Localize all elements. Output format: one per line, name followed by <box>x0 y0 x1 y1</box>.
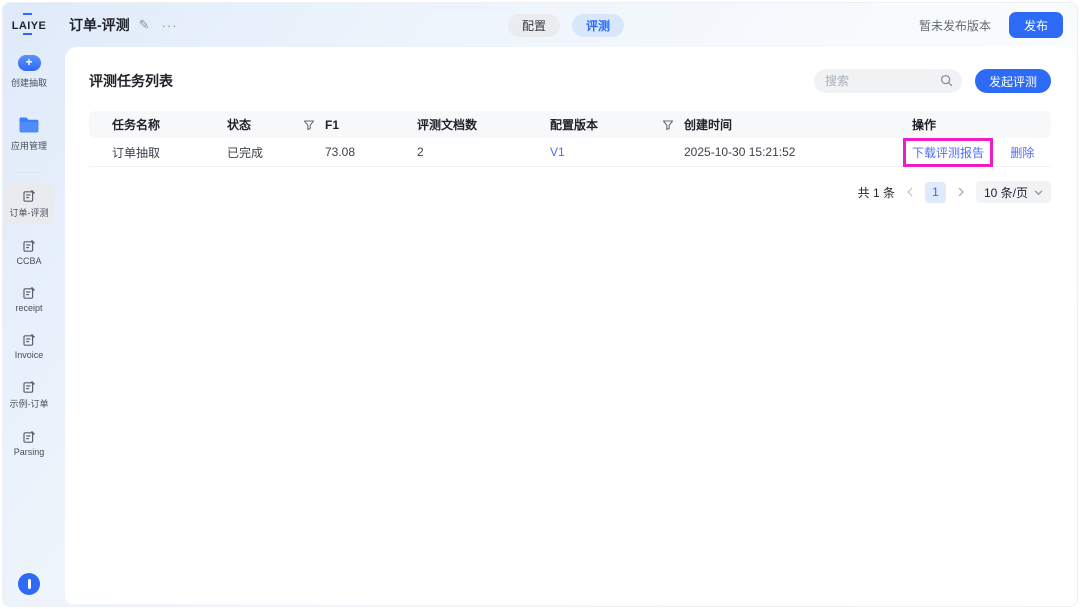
table-header-row: 任务名称 状态 F1 评测文档数 配置版本 <box>89 111 1051 138</box>
sidebar: LAIYE + 创建抽取 应用管理 <box>3 3 55 606</box>
chevron-down-icon <box>1034 188 1043 197</box>
sidebar-item-sample-order[interactable]: 示例-订单 <box>5 374 53 415</box>
sidebar-item-label: 订单-评测 <box>10 206 49 219</box>
sidebar-item-label: 示例-订单 <box>10 397 49 410</box>
page-title: 订单-评测 <box>69 15 130 35</box>
brand-name: LAIYE <box>12 20 46 32</box>
delete-link[interactable]: 删除 <box>1010 146 1034 160</box>
folder-icon <box>18 116 40 134</box>
sidebar-item-label: CCBA <box>16 256 41 266</box>
brand-logo: LAIYE <box>12 16 46 32</box>
config-version-link[interactable]: V1 <box>550 145 565 159</box>
col-config-version-label: 配置版本 <box>550 116 598 133</box>
list-title: 评测任务列表 <box>89 71 173 91</box>
form-icon <box>22 239 36 253</box>
sidebar-item-ccba[interactable]: CCBA <box>5 233 53 271</box>
top-bar: 订单-评测 ✎ ··· 配置 评测 暂未发布版本 发布 <box>55 3 1077 47</box>
pagination: 共 1 条 1 10 条/页 <box>89 181 1051 203</box>
col-actions: 操作 <box>912 116 1051 133</box>
sidebar-item-label: Invoice <box>15 350 44 360</box>
list-controls: 发起评测 <box>814 69 1051 93</box>
tab-evaluation[interactable]: 评测 <box>572 14 624 37</box>
cell-f1: 73.08 <box>325 145 417 159</box>
cell-status: 已完成 <box>227 144 325 161</box>
sidebar-item-create-extraction[interactable]: + 创建抽取 <box>5 52 53 93</box>
col-status: 状态 <box>227 116 325 133</box>
col-created-at: 创建时间 <box>684 116 912 133</box>
tab-config[interactable]: 配置 <box>508 14 560 37</box>
publish-button[interactable]: 发布 <box>1009 12 1063 38</box>
sidebar-item-label: Parsing <box>14 447 45 457</box>
highlight-annotation-box: 下载评测报告 <box>903 138 993 167</box>
sidebar-item-label: receipt <box>15 303 42 313</box>
status-text: 已完成 <box>227 144 263 161</box>
logo-accent-bar <box>23 33 32 35</box>
plus-pill-icon: + <box>18 55 41 71</box>
sidebar-item-label: 创建抽取 <box>11 76 47 89</box>
form-icon <box>22 333 36 347</box>
filter-funnel-icon[interactable] <box>303 119 315 131</box>
info-icon[interactable] <box>18 573 40 595</box>
page-size-select[interactable]: 10 条/页 <box>976 181 1051 203</box>
page-size-value: 10 条/页 <box>984 184 1028 201</box>
mode-tabs: 配置 评测 <box>508 14 624 37</box>
start-evaluation-button[interactable]: 发起评测 <box>975 69 1051 93</box>
chevron-right-icon[interactable] <box>956 187 966 197</box>
logo-accent-bar <box>23 13 32 15</box>
pencil-icon[interactable]: ✎ <box>139 17 150 33</box>
card-header: 评测任务列表 发起评测 <box>65 47 1075 111</box>
sidebar-item-order-eval[interactable]: 订单-评测 <box>5 183 53 224</box>
form-icon <box>22 286 36 300</box>
col-status-label: 状态 <box>227 116 251 133</box>
col-config-version: 配置版本 <box>550 116 684 133</box>
chevron-left-icon[interactable] <box>905 187 915 197</box>
more-menu-icon[interactable]: ··· <box>162 18 178 33</box>
cell-config-version: V1 <box>550 145 684 159</box>
form-icon <box>22 430 36 444</box>
cell-doc-count: 2 <box>417 145 550 159</box>
version-status: 暂未发布版本 <box>919 17 991 34</box>
col-task-name: 任务名称 <box>89 116 227 133</box>
cell-created-at: 2025-10-30 15:21:52 <box>684 145 912 159</box>
sidebar-item-invoice[interactable]: Invoice <box>5 327 53 365</box>
content-card: 评测任务列表 发起评测 任务名称 状态 <box>65 47 1075 604</box>
info-icon-glyph <box>28 579 31 589</box>
search-box <box>814 69 962 93</box>
sidebar-item-receipt[interactable]: receipt <box>5 280 53 318</box>
col-f1: F1 <box>325 118 417 132</box>
table-row: 订单抽取 已完成 73.08 2 V1 2025-10-30 15:21:52 … <box>89 138 1051 167</box>
pagination-total: 共 1 条 <box>858 184 895 201</box>
filter-funnel-icon[interactable] <box>662 119 674 131</box>
top-right-group: 暂未发布版本 发布 <box>919 12 1063 38</box>
sidebar-item-label: 应用管理 <box>11 139 47 152</box>
col-doc-count: 评测文档数 <box>417 116 550 133</box>
sidebar-item-app-management[interactable]: 应用管理 <box>5 113 53 156</box>
cell-actions: 下载评测报告 删除 <box>912 138 1051 167</box>
download-report-link[interactable]: 下载评测报告 <box>912 146 984 160</box>
cell-task-name: 订单抽取 <box>89 144 227 161</box>
sidebar-divider <box>16 172 42 173</box>
sidebar-item-parsing[interactable]: Parsing <box>5 424 53 462</box>
form-icon <box>22 380 36 394</box>
search-icon[interactable] <box>940 74 953 87</box>
page-number-button[interactable]: 1 <box>925 182 946 203</box>
eval-task-table: 任务名称 状态 F1 评测文档数 配置版本 <box>89 111 1051 167</box>
app-window: LAIYE + 创建抽取 应用管理 <box>2 2 1078 607</box>
project-list: 订单-评测 CCBA <box>5 183 53 471</box>
form-icon <box>22 189 36 203</box>
